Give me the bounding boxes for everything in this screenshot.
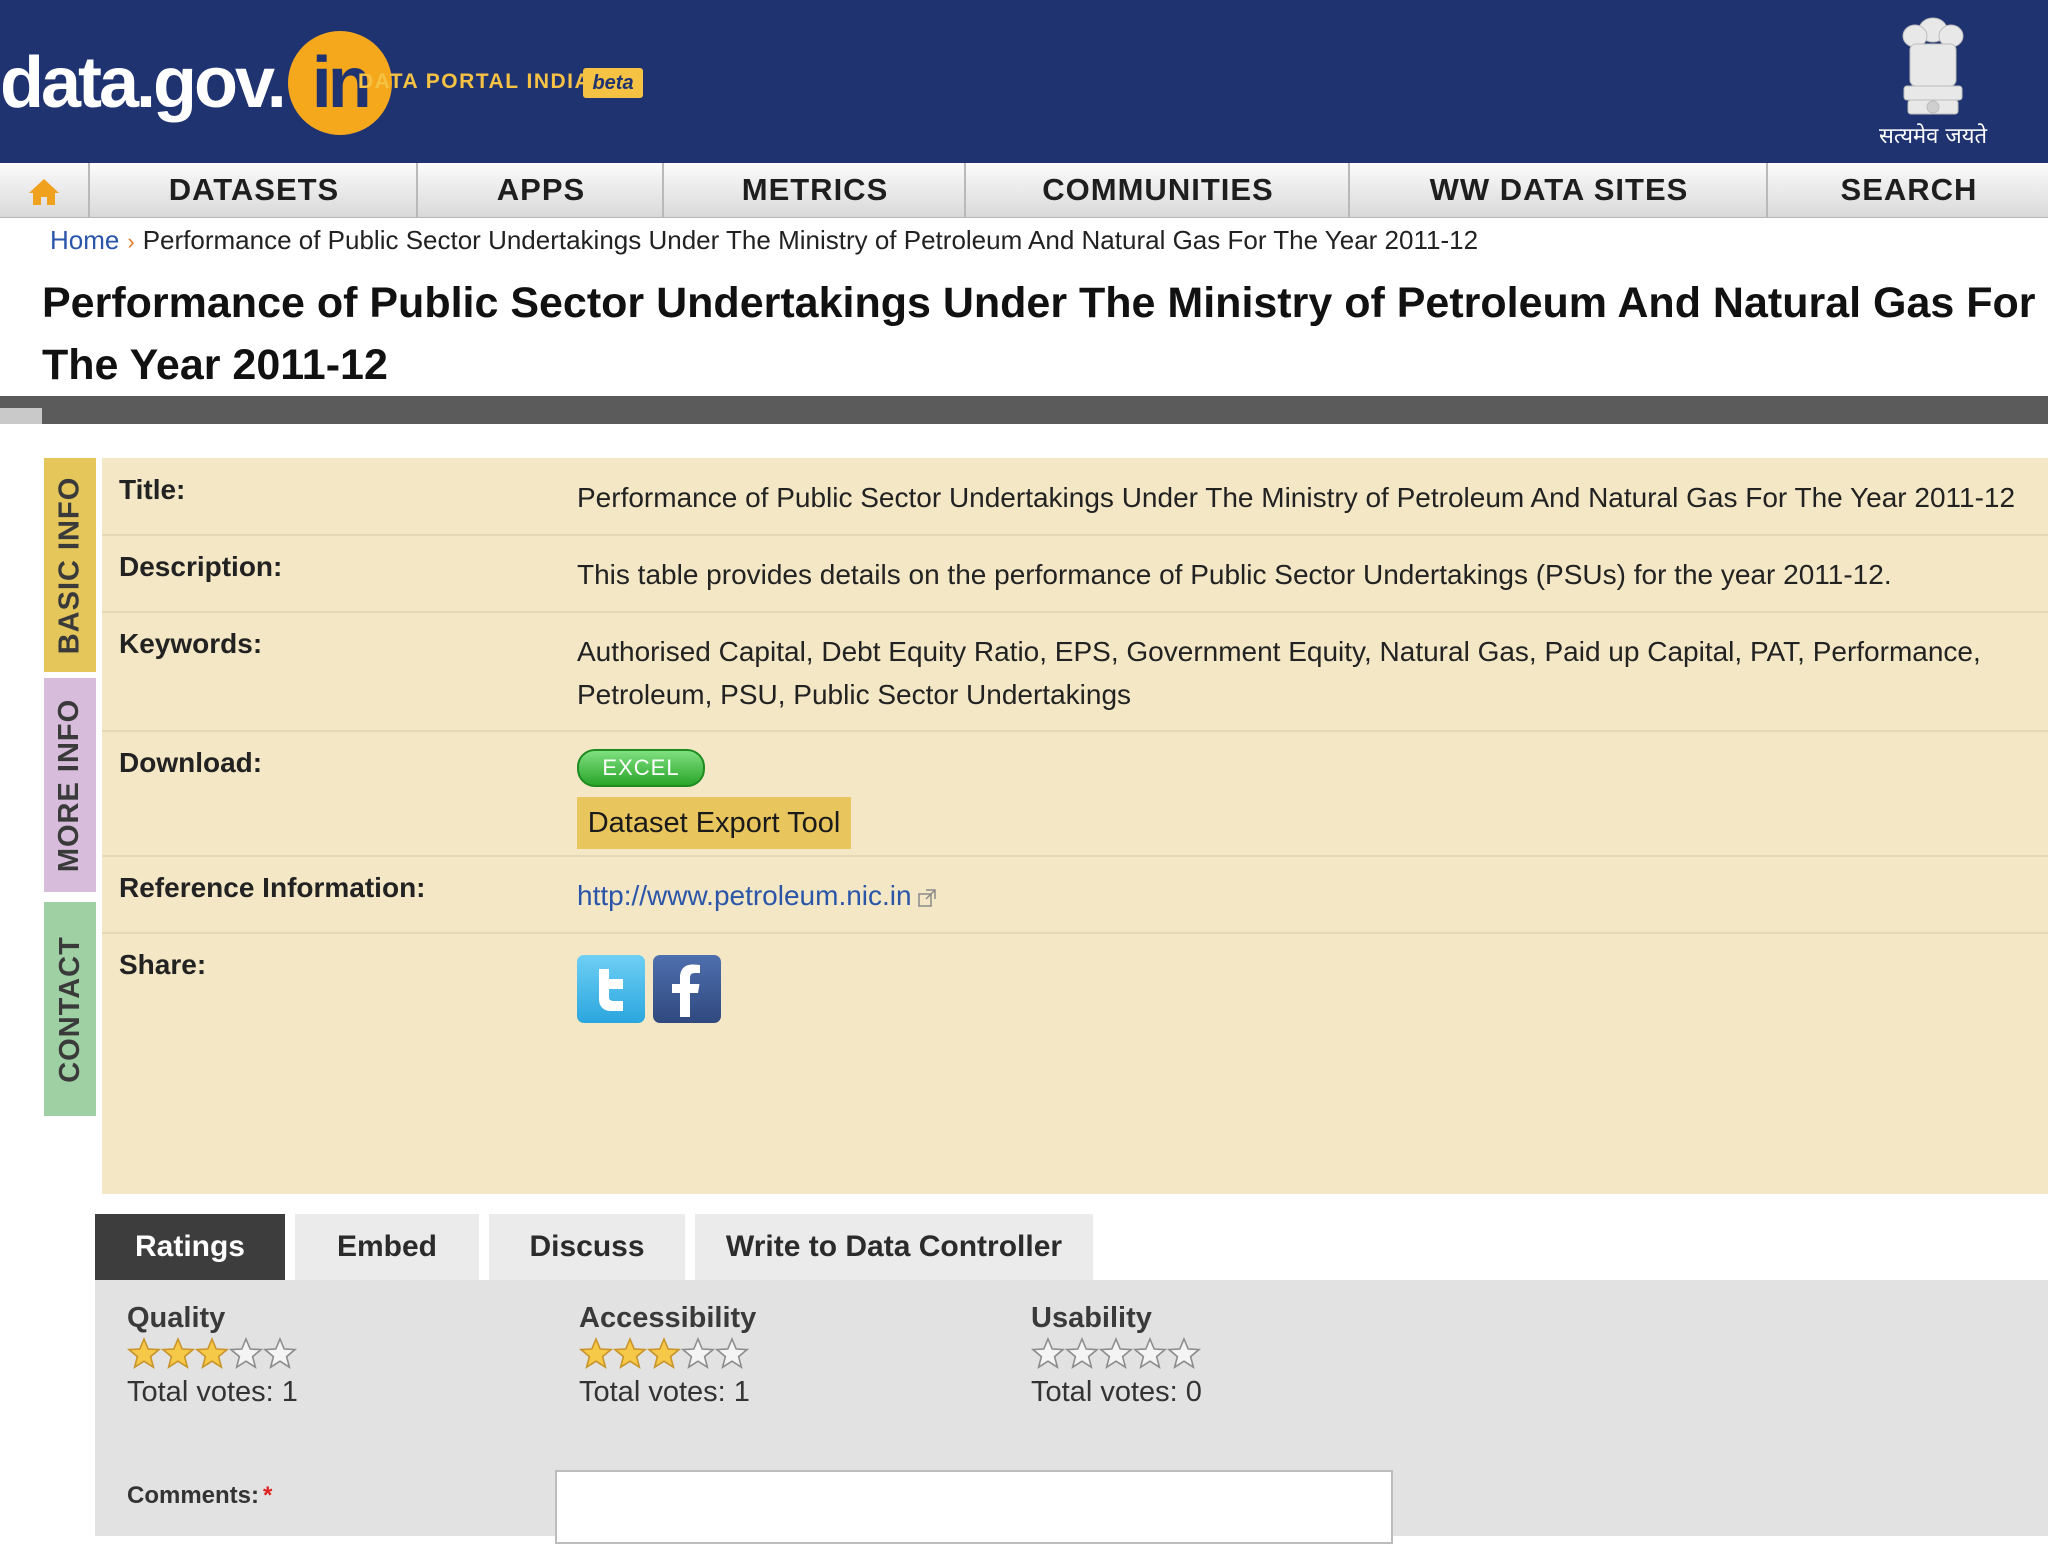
facebook-share-button[interactable] (653, 955, 721, 1023)
facebook-icon (672, 964, 700, 1017)
info-row-download: Download: EXCEL Dataset Export Tool (102, 731, 2048, 857)
logo-text: data.gov. (0, 43, 287, 123)
star-empty-icon[interactable] (229, 1337, 263, 1371)
excel-download-button[interactable]: EXCEL (577, 749, 705, 787)
star-filled-icon[interactable] (127, 1337, 161, 1371)
rating-votes: Total votes: 1 (579, 1376, 750, 1408)
dataset-export-tool-button[interactable]: Dataset Export Tool (577, 797, 851, 849)
home-icon (29, 178, 59, 205)
side-tab-label: MORE INFO (53, 698, 86, 872)
required-marker: * (263, 1482, 273, 1509)
share-label: Share: (119, 949, 207, 980)
info-row-share: Share: (102, 933, 2048, 1194)
reference-value: http://www.petroleum.nic.in (577, 874, 2048, 917)
star-filled-icon[interactable] (613, 1337, 647, 1371)
star-rating-widget[interactable] (1031, 1336, 1471, 1372)
side-tab-contact[interactable]: CONTACT (44, 902, 96, 1116)
rating-usability: Usability Total votes: 0 (1031, 1300, 1471, 1412)
comments-label-text: Comments: (127, 1482, 260, 1509)
site-header: data.gov. in DATA PORTAL INDIA beta सत्य… (0, 0, 2048, 163)
description-label: Description: (119, 551, 283, 582)
ratings-panel: Quality Total votes: 1 Accessibility Tot… (95, 1280, 2048, 1544)
star-empty-icon[interactable] (263, 1337, 297, 1371)
tab-write-to-data-controller[interactable]: Write to Data Controller (695, 1214, 1093, 1280)
breadcrumb: Home › Performance of Public Sector Undert… (50, 222, 1478, 258)
rating-label: Usability (1031, 1302, 1152, 1334)
comments-label: Comments: * (127, 1482, 272, 1510)
tab-embed[interactable]: Embed (295, 1214, 479, 1280)
keywords-value: Authorised Capital, Debt Equity Ratio, E… (577, 636, 1981, 710)
rating-votes: Total votes: 0 (1031, 1376, 1202, 1408)
download-label: Download: (119, 747, 263, 778)
star-empty-icon[interactable] (1031, 1337, 1065, 1371)
keywords-label: Keywords: (119, 628, 263, 659)
rating-quality: Quality Total votes: 1 (127, 1300, 567, 1412)
star-empty-icon[interactable] (1167, 1337, 1201, 1371)
site-tagline: DATA PORTAL INDIA (358, 70, 592, 93)
side-tab-label: BASIC INFO (53, 476, 86, 654)
star-filled-icon[interactable] (647, 1337, 681, 1371)
nav-datasets[interactable]: DATASETS (88, 163, 418, 217)
star-filled-icon[interactable] (195, 1337, 229, 1371)
reference-label: Reference Information: (119, 872, 426, 903)
nav-ww-data-sites[interactable]: WW DATA SITES (1348, 163, 1768, 217)
tab-discuss[interactable]: Discuss (489, 1214, 685, 1280)
twitter-icon (599, 969, 623, 1011)
rating-label: Quality (127, 1302, 226, 1334)
nav-home[interactable] (0, 163, 88, 217)
title-divider-lead (0, 408, 42, 424)
breadcrumb-current: Performance of Public Sector Undertaking… (142, 225, 1479, 255)
beta-badge: beta (583, 68, 643, 98)
info-row-description: Description: This table provides details… (102, 535, 2048, 613)
main-nav: DATASETS APPS METRICS COMMUNITIES WW DAT… (0, 163, 2048, 218)
breadcrumb-home-link[interactable]: Home (50, 225, 119, 255)
side-tab-basic-info[interactable]: BASIC INFO (44, 458, 96, 672)
star-empty-icon[interactable] (1133, 1337, 1167, 1371)
star-empty-icon[interactable] (681, 1337, 715, 1371)
tab-ratings[interactable]: Ratings (95, 1214, 285, 1280)
side-tab-label: CONTACT (53, 935, 86, 1083)
star-empty-icon[interactable] (1065, 1337, 1099, 1371)
title-label: Title: (119, 474, 186, 505)
star-filled-icon[interactable] (579, 1337, 613, 1371)
star-empty-icon[interactable] (1099, 1337, 1133, 1371)
breadcrumb-separator-icon: › (127, 229, 135, 254)
info-row-keywords: Keywords: Authorised Capital, Debt Equit… (102, 612, 2048, 732)
info-row-title: Title: Performance of Public Sector Unde… (102, 458, 2048, 536)
external-link-icon (917, 889, 936, 907)
twitter-share-button[interactable] (577, 955, 645, 1023)
info-row-reference: Reference Information: http://www.petrol… (102, 856, 2048, 934)
title-value: Performance of Public Sector Undertaking… (577, 482, 2016, 513)
site-logo[interactable]: data.gov. in (0, 28, 392, 138)
basic-info-panel: Title: Performance of Public Sector Unde… (102, 458, 2048, 1194)
star-empty-icon[interactable] (715, 1337, 749, 1371)
rating-label: Accessibility (579, 1302, 757, 1334)
side-tab-more-info[interactable]: MORE INFO (44, 678, 96, 892)
nav-apps[interactable]: APPS (416, 163, 664, 217)
star-rating-widget[interactable] (579, 1336, 1019, 1372)
nav-metrics[interactable]: METRICS (662, 163, 966, 217)
emblem-motto: सत्यमेव जयते (1878, 124, 1988, 149)
nav-communities[interactable]: COMMUNITIES (964, 163, 1350, 217)
star-rating-widget[interactable] (127, 1336, 567, 1372)
page-title: Performance of Public Sector Undertaking… (42, 279, 2036, 389)
rating-votes: Total votes: 1 (127, 1376, 298, 1408)
nav-search[interactable]: SEARCH (1766, 163, 2048, 217)
reference-link[interactable]: http://www.petroleum.nic.in (577, 880, 912, 911)
star-filled-icon[interactable] (161, 1337, 195, 1371)
title-divider (0, 396, 2048, 424)
description-value: This table provides details on the perfo… (577, 559, 1892, 590)
rating-accessibility: Accessibility Total votes: 1 (579, 1300, 1019, 1412)
comments-textarea[interactable] (555, 1470, 1393, 1544)
